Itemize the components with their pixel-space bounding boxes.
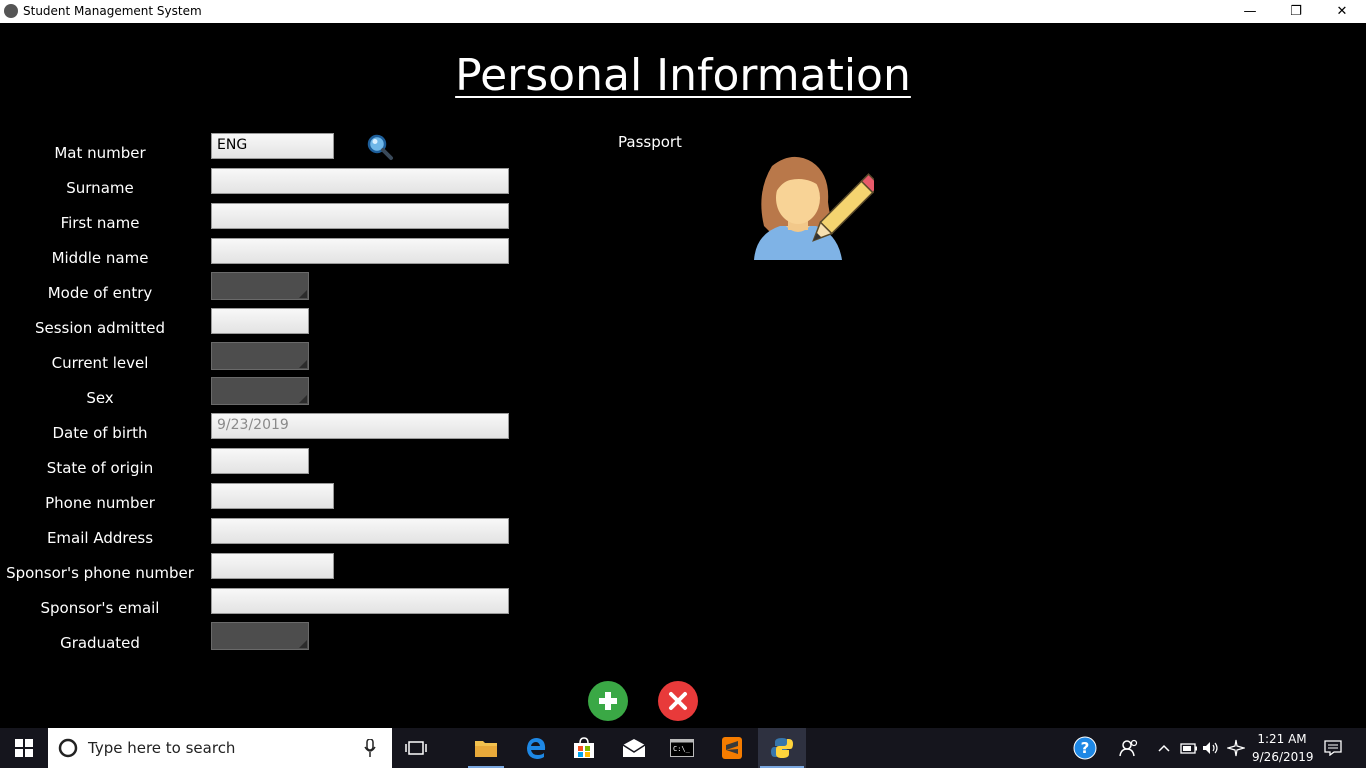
- terminal-icon: C:\_: [670, 739, 694, 757]
- label-sponsor-email: Sponsor's email: [40, 599, 160, 617]
- email-address-input[interactable]: [211, 518, 509, 544]
- label-current-level: Current level: [51, 354, 149, 372]
- minimize-button[interactable]: —: [1227, 0, 1273, 23]
- sex-dropdown[interactable]: [211, 377, 309, 405]
- volume-tray-icon[interactable]: [1200, 728, 1222, 768]
- plus-icon: [599, 692, 617, 710]
- first-name-input[interactable]: [211, 203, 509, 229]
- close-icon: [669, 692, 687, 710]
- clock-date: 9/26/2019: [1252, 750, 1314, 764]
- state-of-origin-input[interactable]: [211, 448, 309, 474]
- taskbar-mail[interactable]: [614, 728, 654, 768]
- mode-of-entry-dropdown[interactable]: [211, 272, 309, 300]
- show-hidden-icons-button[interactable]: [1154, 728, 1174, 768]
- mail-icon: [622, 739, 646, 757]
- store-icon: [574, 737, 594, 758]
- passport-label: Passport: [618, 133, 682, 151]
- window-titlebar: Student Management System — ❐ ✕: [0, 0, 1366, 23]
- airplane-icon: [1227, 739, 1245, 757]
- taskbar-edge[interactable]: [516, 728, 556, 768]
- search-placeholder: Type here to search: [88, 739, 236, 757]
- current-level-dropdown[interactable]: [211, 342, 309, 370]
- app-icon: [4, 4, 18, 18]
- cancel-button[interactable]: [658, 681, 698, 721]
- sponsor-email-input[interactable]: [211, 588, 509, 614]
- close-window-button[interactable]: ✕: [1319, 0, 1365, 23]
- start-button[interactable]: [0, 728, 48, 768]
- battery-icon: [1180, 743, 1197, 754]
- airplane-mode-tray-icon[interactable]: [1224, 728, 1248, 768]
- session-admitted-input[interactable]: [211, 308, 309, 334]
- label-date-of-birth: Date of birth: [52, 424, 148, 442]
- label-mat-number: Mat number: [54, 144, 146, 162]
- middle-name-input[interactable]: [211, 238, 509, 264]
- label-phone-number: Phone number: [45, 494, 155, 512]
- taskbar-sublime[interactable]: [712, 728, 752, 768]
- window-title: Student Management System: [23, 4, 202, 18]
- python-icon: [771, 738, 793, 758]
- graduated-dropdown[interactable]: [211, 622, 309, 650]
- taskbar-terminal[interactable]: C:\_: [662, 728, 702, 768]
- sponsor-phone-input[interactable]: [211, 553, 334, 579]
- mat-number-input[interactable]: ENG: [211, 133, 334, 159]
- label-mode-of-entry: Mode of entry: [47, 284, 153, 302]
- phone-number-input[interactable]: [211, 483, 334, 509]
- label-state-of-origin: State of origin: [46, 459, 154, 477]
- date-of-birth-input[interactable]: 9/23/2019: [211, 413, 509, 439]
- restore-button[interactable]: ❐: [1273, 0, 1319, 23]
- windows-icon: [15, 739, 33, 757]
- page-title: Personal Information: [455, 50, 911, 101]
- label-middle-name: Middle name: [51, 249, 149, 267]
- label-sponsor-phone: Sponsor's phone number: [6, 564, 194, 582]
- svg-text:?: ?: [1081, 739, 1090, 757]
- label-graduated: Graduated: [60, 634, 140, 652]
- taskbar-search-input[interactable]: Type here to search: [48, 728, 392, 768]
- task-view-button[interactable]: [398, 728, 434, 768]
- battery-tray-icon[interactable]: [1178, 728, 1200, 768]
- add-button[interactable]: [588, 681, 628, 721]
- clock-time: 1:21 AM: [1257, 732, 1307, 746]
- taskbar-clock[interactable]: 1:21 AM 9/26/2019: [1252, 730, 1314, 766]
- sublime-icon: [722, 737, 742, 759]
- avatar-edit-icon[interactable]: [750, 152, 881, 270]
- taskbar-store[interactable]: [564, 728, 604, 768]
- people-icon: [1119, 739, 1138, 757]
- taskbar-file-explorer[interactable]: [466, 728, 506, 768]
- volume-icon: [1203, 742, 1218, 754]
- taskbar: Type here to search C:\_ ? 1:21 AM 9/26/…: [0, 728, 1366, 768]
- folder-icon: [475, 741, 497, 757]
- search-icon[interactable]: [366, 133, 394, 161]
- cortana-icon: [58, 738, 78, 758]
- help-tray-icon[interactable]: ?: [1068, 728, 1102, 768]
- surname-input[interactable]: [211, 168, 509, 194]
- label-first-name: First name: [60, 214, 140, 232]
- notification-icon: [1324, 740, 1342, 756]
- edge-icon: [527, 738, 546, 759]
- label-session-admitted: Session admitted: [34, 319, 165, 337]
- help-icon: ?: [1073, 736, 1097, 760]
- task-view-icon: [405, 741, 427, 755]
- label-email-address: Email Address: [46, 529, 154, 547]
- microphone-icon[interactable]: [364, 739, 376, 757]
- people-button[interactable]: [1114, 728, 1144, 768]
- svg-text:C:\_: C:\_: [673, 745, 691, 753]
- action-center-button[interactable]: [1318, 728, 1348, 768]
- label-surname: Surname: [66, 179, 134, 197]
- taskbar-python[interactable]: [758, 728, 806, 768]
- chevron-up-icon: [1158, 744, 1170, 752]
- label-sex: Sex: [86, 389, 114, 407]
